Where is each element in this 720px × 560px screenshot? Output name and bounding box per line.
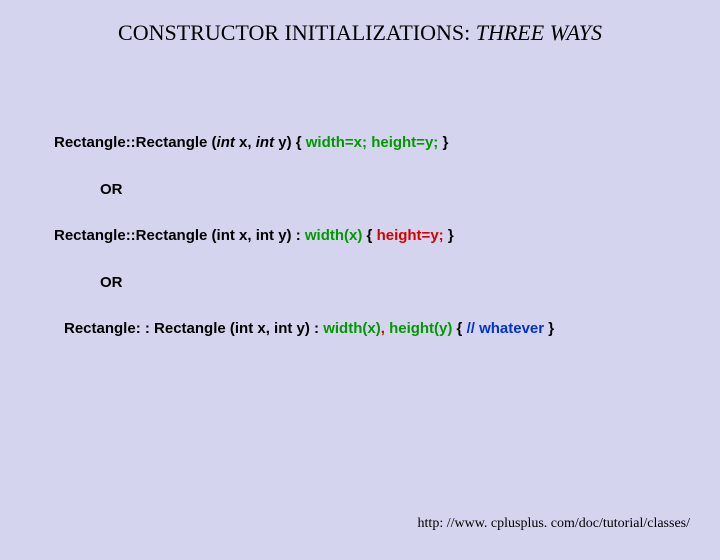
colon: : <box>314 320 323 337</box>
brace-close: } <box>444 227 454 244</box>
init-width: width(x) <box>323 320 381 337</box>
brace-close: } <box>438 134 448 151</box>
colon: : <box>296 227 305 244</box>
code-block: Rectangle::Rectangle (int x, int y) { wi… <box>54 132 700 341</box>
brace-open: { <box>452 320 466 337</box>
assign-height: height=y; <box>377 227 444 244</box>
int-kw: int <box>217 134 235 151</box>
param-y: y) { <box>274 134 306 151</box>
comment: // whatever <box>467 320 545 337</box>
title-prefix: CONSTRUCTOR INITIALIZATIONS: <box>118 20 476 45</box>
code-line-2: Rectangle::Rectangle (int x, int y) : wi… <box>54 225 700 248</box>
init-width: width(x) <box>305 227 363 244</box>
or-separator-1: OR <box>100 179 700 202</box>
code-line-3: Rectangle: : Rectangle (int x, int y) : … <box>64 318 700 341</box>
brace-open: { <box>362 227 376 244</box>
param-x: x, <box>235 134 256 151</box>
brace-close: } <box>544 320 554 337</box>
assign-height: height=y; <box>371 134 438 151</box>
init-height: height(y) <box>389 320 452 337</box>
page-title: CONSTRUCTOR INITIALIZATIONS: THREE WAYS <box>0 20 720 46</box>
footer-url: http: //www. cplusplus. com/doc/tutorial… <box>418 516 690 532</box>
comma: , <box>381 320 389 337</box>
sig: Rectangle::Rectangle ( <box>54 134 217 151</box>
sig: Rectangle: : Rectangle (int x, int y) <box>64 320 314 337</box>
sig: Rectangle::Rectangle (int x, int y) <box>54 227 296 244</box>
code-line-1: Rectangle::Rectangle (int x, int y) { wi… <box>54 132 700 155</box>
int-kw: int <box>256 134 274 151</box>
assign-width: width=x; <box>306 134 367 151</box>
or-separator-2: OR <box>100 272 700 295</box>
title-emph: THREE WAYS <box>476 20 602 45</box>
